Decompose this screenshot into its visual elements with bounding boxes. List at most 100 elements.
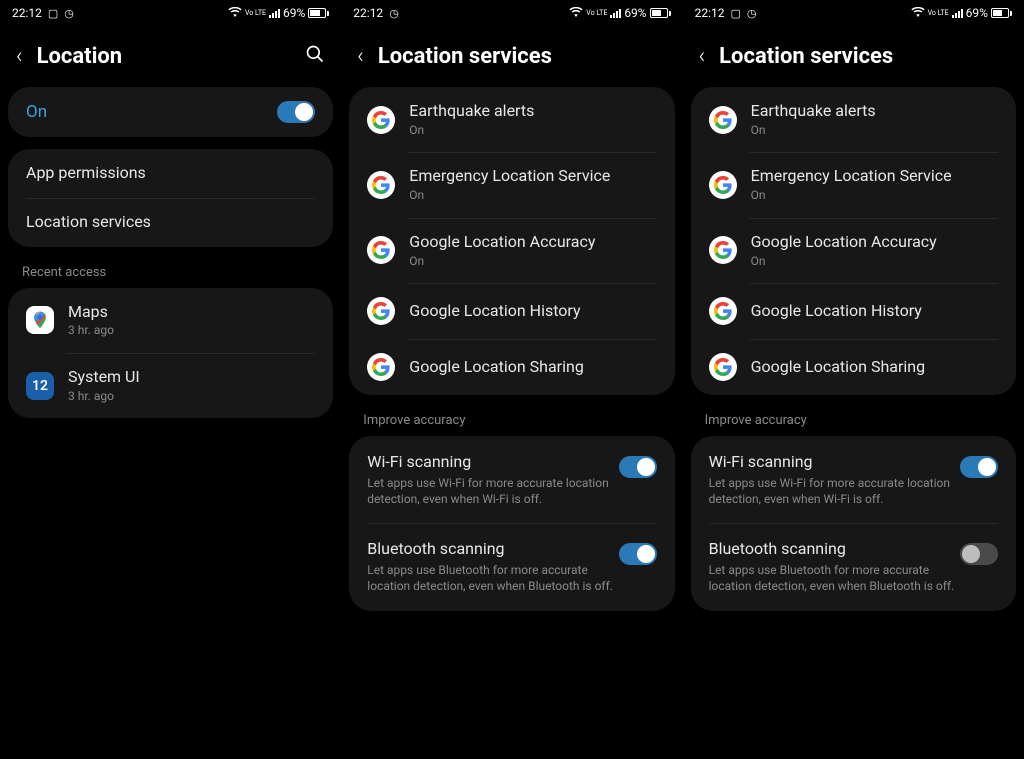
back-icon[interactable]: ‹	[16, 44, 23, 69]
location-toggle[interactable]	[277, 101, 315, 123]
location-menu-card: App permissions Location services	[8, 149, 333, 247]
wifi-icon	[911, 7, 925, 20]
bt-scanning-row[interactable]: Bluetooth scanning Let apps use Bluetoot…	[349, 523, 674, 610]
service-accuracy[interactable]: Google Location Accuracy On	[691, 218, 1016, 283]
location-on-label: On	[26, 101, 277, 123]
search-icon[interactable]	[305, 44, 325, 69]
service-title: Google Location Sharing	[751, 357, 998, 378]
wifi-scanning-desc: Let apps use Wi-Fi for more accurate loc…	[709, 475, 960, 507]
service-title: Google Location Accuracy	[409, 232, 656, 253]
app-permissions-row[interactable]: App permissions	[8, 149, 333, 198]
status-time: 22:12	[12, 6, 42, 20]
recent-item-maps[interactable]: Maps 3 hr. ago	[8, 288, 333, 353]
battery-pct: 69%	[624, 6, 646, 20]
services-list-card: Earthquake alerts On Emergency Location …	[691, 87, 1016, 395]
service-emergency[interactable]: Emergency Location Service On	[691, 152, 1016, 217]
status-time: 22:12	[695, 6, 725, 20]
battery-icon	[308, 8, 329, 18]
header: ‹ Location	[0, 24, 341, 87]
back-icon[interactable]: ‹	[699, 44, 706, 69]
status-time: 22:12	[353, 6, 383, 20]
status-bar: 22:12 ▢ ◷ Vo LTE 69%	[0, 0, 341, 24]
recent-access-card: Maps 3 hr. ago 12 System UI 3 hr. ago	[8, 288, 333, 419]
service-sub: On	[751, 254, 998, 270]
battery-icon	[991, 8, 1012, 18]
volte-icon: Vo LTE	[586, 10, 607, 17]
bt-scanning-title: Bluetooth scanning	[709, 539, 960, 560]
google-icon	[709, 353, 737, 381]
service-history[interactable]: Google Location History	[349, 283, 674, 339]
bt-scanning-toggle[interactable]	[619, 543, 657, 565]
signal-icon	[610, 8, 621, 18]
wifi-scanning-toggle[interactable]	[619, 456, 657, 478]
wifi-icon	[228, 7, 242, 20]
location-on-row[interactable]: On	[8, 87, 333, 137]
service-emergency[interactable]: Emergency Location Service On	[349, 152, 674, 217]
improve-accuracy-card: Wi-Fi scanning Let apps use Wi-Fi for mo…	[349, 436, 674, 610]
service-earthquake[interactable]: Earthquake alerts On	[349, 87, 674, 152]
bt-scanning-desc: Let apps use Bluetooth for more accurate…	[709, 562, 960, 594]
wifi-scanning-row[interactable]: Wi-Fi scanning Let apps use Wi-Fi for mo…	[691, 436, 1016, 523]
recent-item-systemui[interactable]: 12 System UI 3 hr. ago	[8, 353, 333, 418]
battery-pct: 69%	[966, 6, 988, 20]
page-title: Location	[37, 44, 292, 69]
recent-item-title: Maps	[68, 302, 315, 323]
back-icon[interactable]: ‹	[357, 44, 364, 69]
wifi-scanning-desc: Let apps use Wi-Fi for more accurate loc…	[367, 475, 618, 507]
volte-icon: Vo LTE	[928, 10, 949, 17]
header: ‹ Location services	[341, 24, 682, 87]
service-history[interactable]: Google Location History	[691, 283, 1016, 339]
wifi-scanning-row[interactable]: Wi-Fi scanning Let apps use Wi-Fi for mo…	[349, 436, 674, 523]
maps-icon	[26, 306, 54, 334]
service-accuracy[interactable]: Google Location Accuracy On	[349, 218, 674, 283]
service-title: Google Location Sharing	[409, 357, 656, 378]
recent-access-label: Recent access	[0, 259, 341, 288]
battery-pct: 69%	[283, 6, 305, 20]
service-title: Earthquake alerts	[751, 101, 998, 122]
service-sharing[interactable]: Google Location Sharing	[349, 339, 674, 395]
improve-accuracy-label: Improve accuracy	[341, 407, 682, 436]
signal-icon	[952, 8, 963, 18]
google-icon	[709, 297, 737, 325]
bt-scanning-toggle[interactable]	[960, 543, 998, 565]
google-icon	[367, 106, 395, 134]
location-services-row[interactable]: Location services	[8, 198, 333, 247]
header: ‹ Location services	[683, 24, 1024, 87]
panel-location: 22:12 ▢ ◷ Vo LTE 69% ‹ Location On App p…	[0, 0, 341, 759]
location-toggle-card: On	[8, 87, 333, 137]
google-icon	[367, 236, 395, 264]
status-bar: 22:12 ▢ ◷ Vo LTE 69%	[683, 0, 1024, 24]
services-list-card: Earthquake alerts On Emergency Location …	[349, 87, 674, 395]
image-icon: ▢	[730, 7, 740, 20]
status-bar: 22:12 ◷ Vo LTE 69%	[341, 0, 682, 24]
wifi-scanning-toggle[interactable]	[960, 456, 998, 478]
panel-location-services-b: 22:12 ▢ ◷ Vo LTE 69% ‹ Location services…	[683, 0, 1024, 759]
clock-icon: ◷	[747, 7, 757, 20]
service-sub: On	[751, 188, 998, 204]
image-icon: ▢	[48, 7, 58, 20]
bt-scanning-row[interactable]: Bluetooth scanning Let apps use Bluetoot…	[691, 523, 1016, 610]
google-icon	[709, 171, 737, 199]
service-sub: On	[751, 123, 998, 139]
clock-icon: ◷	[64, 7, 74, 20]
google-icon	[709, 106, 737, 134]
wifi-scanning-title: Wi-Fi scanning	[367, 452, 618, 473]
google-icon	[367, 353, 395, 381]
recent-item-sub: 3 hr. ago	[68, 323, 315, 339]
service-title: Google Location Accuracy	[751, 232, 998, 253]
service-title: Google Location History	[751, 301, 998, 322]
google-icon	[367, 171, 395, 199]
service-earthquake[interactable]: Earthquake alerts On	[691, 87, 1016, 152]
service-title: Emergency Location Service	[409, 166, 656, 187]
service-sharing[interactable]: Google Location Sharing	[691, 339, 1016, 395]
systemui-icon: 12	[26, 372, 54, 400]
bt-scanning-title: Bluetooth scanning	[367, 539, 618, 560]
volte-icon: Vo LTE	[245, 10, 266, 17]
page-title: Location services	[378, 44, 667, 69]
google-icon	[709, 236, 737, 264]
signal-icon	[269, 8, 280, 18]
service-sub: On	[409, 188, 656, 204]
battery-icon	[650, 8, 671, 18]
page-title: Location services	[719, 44, 1008, 69]
service-title: Emergency Location Service	[751, 166, 998, 187]
